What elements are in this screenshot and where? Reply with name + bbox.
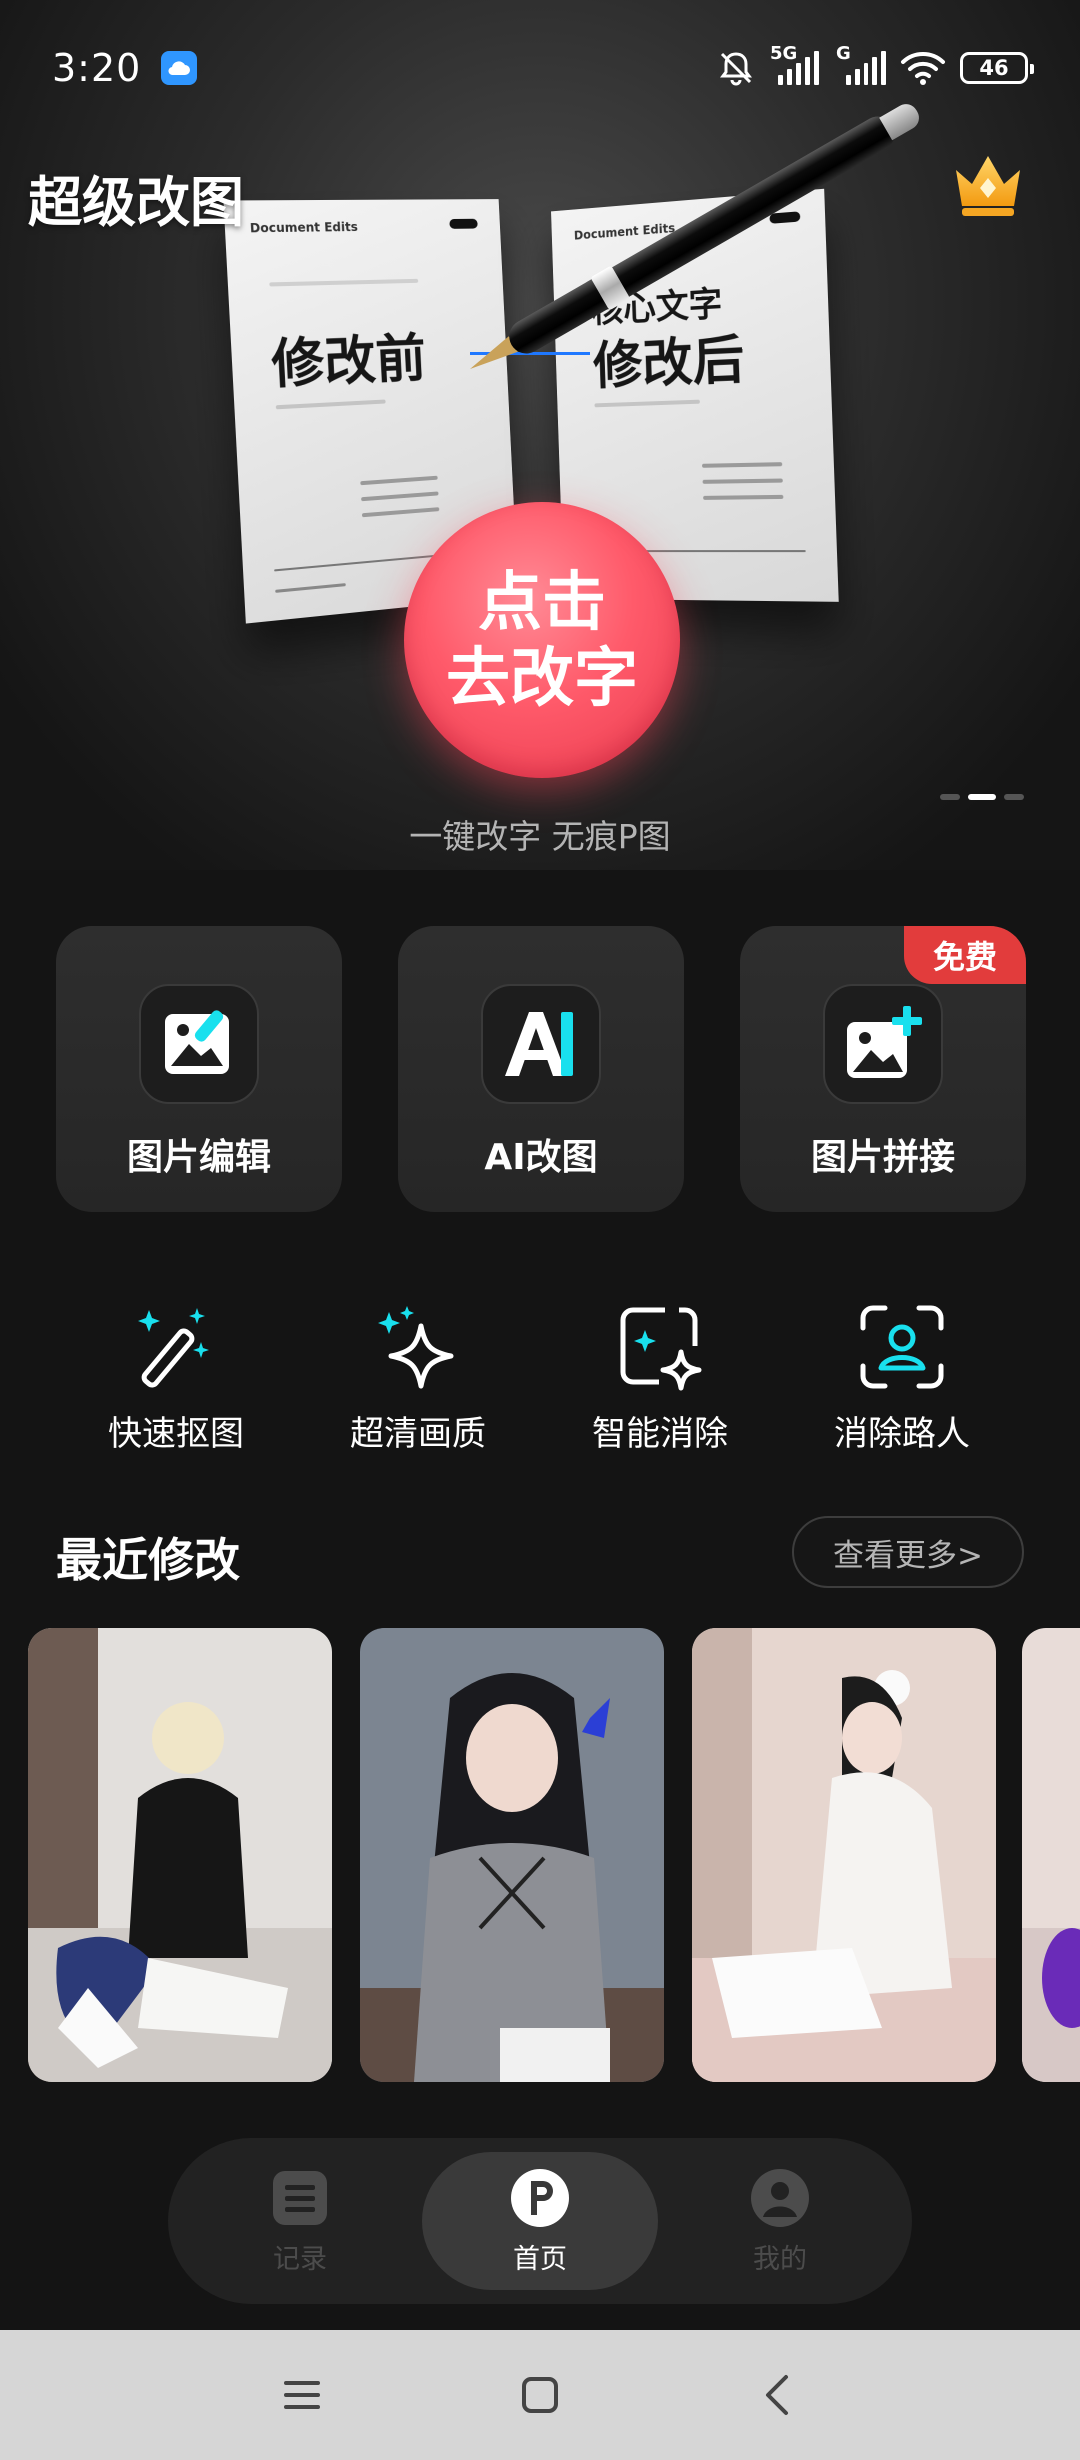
edit-text-cta-button[interactable]: 点击 去改字: [404, 502, 680, 778]
image-edit-label: 图片编辑: [126, 1137, 271, 1178]
profile-icon: [751, 2168, 809, 2227]
person-scan-icon: [860, 1305, 944, 1389]
signal-icon: 5G: [770, 43, 822, 85]
battery-level: 46: [979, 56, 1009, 80]
bottom-navigation: 记录 首页 我的: [168, 2138, 912, 2304]
sparkle-icon: [378, 1306, 454, 1389]
cta-line-1: 点击: [478, 566, 606, 638]
magic-wand-icon: [138, 1308, 209, 1388]
back-icon[interactable]: [754, 2371, 802, 2419]
pager-dot: [1004, 794, 1024, 800]
ai-edit-card[interactable]: AI改图: [398, 926, 684, 1212]
nav-home-label: 首页: [513, 2243, 567, 2275]
banner-pager: [940, 794, 1024, 800]
nav-records[interactable]: 记录: [182, 2152, 418, 2290]
image-collage-label: 图片拼接: [810, 1137, 955, 1178]
pager-dot-active: [968, 794, 996, 800]
ai-edit-label: AI改图: [484, 1137, 598, 1178]
hd-quality-label: 超清画质: [350, 1414, 486, 1454]
cta-line-2: 去改字: [446, 642, 638, 714]
image-add-icon: [823, 984, 943, 1104]
battery-icon: 46: [960, 52, 1034, 84]
before-label: 修改前: [269, 329, 428, 397]
ai-icon: [481, 984, 601, 1104]
network-type-label: 5G: [770, 43, 798, 64]
view-more-button[interactable]: 查看更多>: [792, 1516, 1024, 1588]
after-label: 修改后: [592, 330, 746, 397]
records-icon: [273, 2170, 327, 2225]
mute-icon: [720, 52, 752, 86]
hero-banner[interactable]: 3:20 5G G 46 超级改图 Document Edits 修改前 Doc…: [0, 0, 1080, 870]
nav-profile[interactable]: 我的: [662, 2152, 898, 2290]
home-p-icon: [511, 2168, 569, 2227]
recent-image-thumbnail[interactable]: [360, 1628, 664, 2082]
smart-erase-tool[interactable]: 智能消除: [560, 1302, 760, 1455]
recent-image-thumbnail[interactable]: [1022, 1628, 1080, 2082]
image-edit-card[interactable]: 图片编辑: [56, 926, 342, 1212]
menu-icon[interactable]: [278, 2371, 326, 2419]
free-badge: 免费: [904, 926, 1026, 984]
smart-erase-icon: [620, 1307, 702, 1391]
image-collage-card[interactable]: 免费 图片拼接: [740, 926, 1026, 1212]
pager-dot: [940, 794, 960, 800]
home-square-icon[interactable]: [516, 2371, 564, 2419]
smart-erase-label: 智能消除: [592, 1414, 728, 1454]
nav-profile-label: 我的: [753, 2243, 807, 2275]
system-navigation-bar: [0, 2330, 1080, 2460]
app-title: 超级改图: [28, 171, 244, 234]
network-type-label: G: [836, 43, 851, 64]
quick-cutout-label: 快速抠图: [108, 1414, 244, 1454]
status-time: 3:20: [52, 46, 142, 90]
nav-records-label: 记录: [273, 2243, 327, 2275]
quick-cutout-tool[interactable]: 快速抠图: [76, 1302, 276, 1455]
crown-icon[interactable]: [950, 148, 1026, 220]
remove-passersby-tool[interactable]: 消除路人: [802, 1302, 1002, 1455]
remove-passersby-label: 消除路人: [834, 1414, 970, 1454]
image-edit-icon: [139, 984, 259, 1104]
wifi-icon: [901, 52, 945, 85]
nav-home[interactable]: 首页: [422, 2152, 658, 2290]
hero-caption: 一键改字 无痕P图: [409, 817, 671, 856]
recent-edits-title: 最近修改: [56, 1533, 240, 1587]
recent-image-thumbnail[interactable]: [28, 1628, 332, 2082]
hd-quality-tool[interactable]: 超清画质: [318, 1302, 518, 1455]
signal-icon: G: [836, 43, 886, 85]
status-bar: 3:20 5G G 46: [0, 0, 1080, 136]
recent-image-thumbnail[interactable]: [692, 1628, 996, 2082]
cloud-icon: [161, 51, 198, 85]
